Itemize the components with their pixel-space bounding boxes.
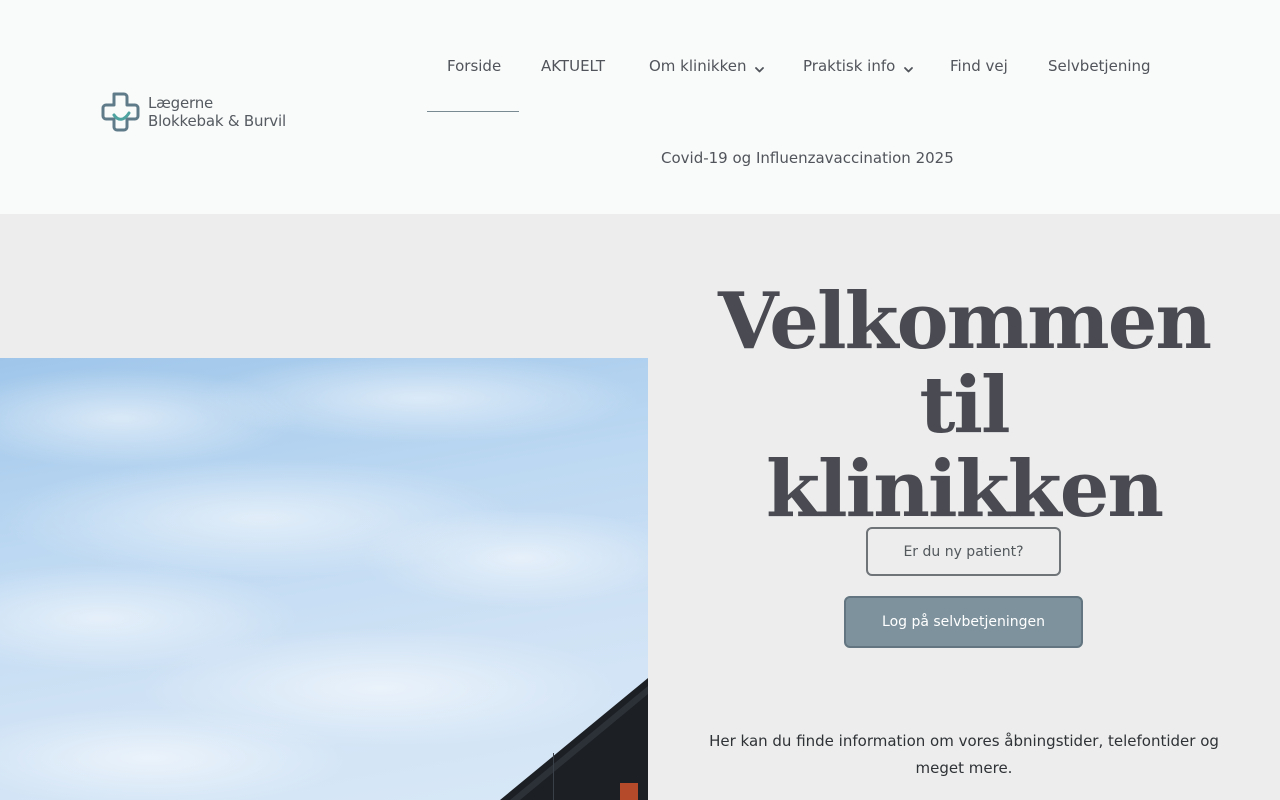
nav-item-aktuelt[interactable]: AKTUELT — [541, 57, 605, 75]
hero-info-text: Her kan du finde information om vores åb… — [709, 732, 1219, 777]
new-patient-button[interactable]: Er du ny patient? — [866, 527, 1061, 576]
nav-item-aktuelt-label: AKTUELT — [541, 57, 606, 75]
login-selfservice-button-label: Log på selvbetjeningen — [882, 614, 1045, 630]
nav-item-selvbetjening-label: Selvbetjening — [1048, 57, 1151, 75]
nav-active-indicator — [427, 111, 519, 112]
chevron-down-icon — [903, 61, 914, 72]
site-header: Lægerne Blokkebak & Burvil Forside AKTUE… — [0, 0, 1280, 214]
nav-item-forside[interactable]: Forside — [447, 57, 501, 75]
nav-item-om-klinikken[interactable]: Om klinikken — [649, 57, 765, 75]
logo-wordmark: Lægerne Blokkebak & Burvil — [148, 94, 286, 130]
nav-item-praktisk-info-label: Praktisk info — [803, 57, 896, 75]
login-selfservice-button[interactable]: Log på selvbetjeningen — [844, 596, 1083, 648]
nav-item-selvbetjening[interactable]: Selvbetjening — [1048, 57, 1151, 75]
hero-title-line-2: klinikken — [765, 444, 1164, 535]
nav-item-om-klinikken-label: Om klinikken — [649, 57, 747, 75]
hero-title-line-1: Velkommen til — [717, 276, 1212, 451]
new-patient-button-label: Er du ny patient? — [903, 543, 1024, 560]
nav-item-find-vej-label: Find vej — [950, 57, 1008, 75]
clinic-logo[interactable]: Lægerne Blokkebak & Burvil — [100, 90, 290, 134]
clinic-building-photo — [0, 358, 648, 800]
chevron-down-icon — [754, 61, 765, 72]
medical-cross-icon — [100, 91, 142, 133]
hero-title: Velkommen til klinikken — [676, 280, 1252, 532]
nav-item-forside-label: Forside — [447, 57, 502, 75]
nav-item-covid-vaccination-label: Covid-19 og Influenzavaccination 2025 — [661, 149, 954, 167]
logo-line-2: Blokkebak & Burvil — [148, 112, 286, 130]
logo-line-1: Lægerne — [148, 94, 214, 112]
nav-item-praktisk-info[interactable]: Praktisk info — [803, 57, 914, 75]
nav-item-find-vej[interactable]: Find vej — [950, 57, 1008, 75]
nav-item-covid-vaccination[interactable]: Covid-19 og Influenzavaccination 2025 — [661, 149, 954, 167]
